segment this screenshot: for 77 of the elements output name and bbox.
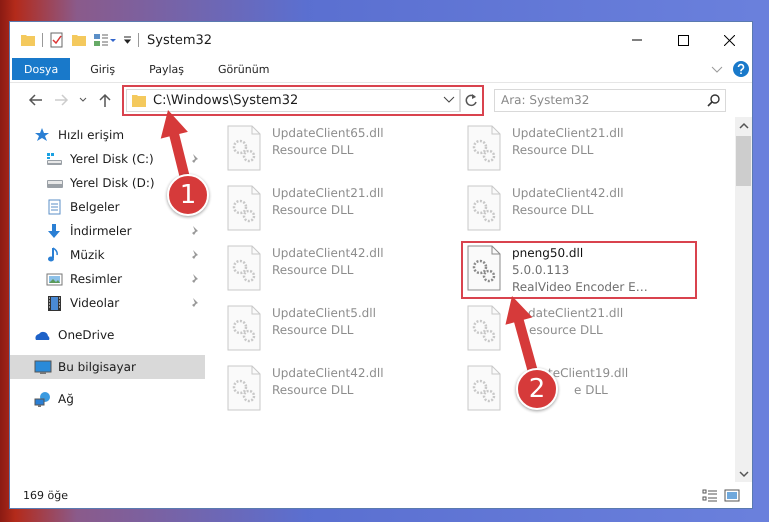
dll-file-icon <box>227 305 262 352</box>
file-name: UpdateClient5.dll <box>272 305 376 322</box>
dll-file-icon <box>227 125 262 172</box>
help-icon[interactable] <box>733 61 749 77</box>
checklist-icon[interactable] <box>49 32 65 48</box>
dll-file-icon <box>467 305 502 352</box>
item-count: 169 öğe <box>23 488 68 502</box>
file-detail: RealVideo Encoder E… <box>512 279 648 296</box>
dll-file-icon <box>467 125 502 172</box>
ribbon-tab[interactable]: Paylaş <box>133 58 200 80</box>
large-icons-view-icon[interactable] <box>724 488 740 502</box>
back-arrow-icon <box>28 93 42 107</box>
file-name: UpdateClient42.dll <box>272 245 384 262</box>
scrollbar[interactable] <box>735 117 752 482</box>
scroll-up-icon[interactable] <box>738 122 748 130</box>
nav-pane-item[interactable]: Yerel Disk (D:) <box>10 171 161 195</box>
search-field[interactable]: Ara: System32 <box>494 88 726 112</box>
search-icon <box>707 94 720 106</box>
expand-ribbon-icon[interactable] <box>711 64 723 74</box>
dll-file-icon <box>467 185 502 232</box>
address-bar[interactable]: C:\Windows\System32 <box>126 88 460 112</box>
scrollbar-thumb[interactable] <box>736 136 751 186</box>
network-icon <box>34 390 52 408</box>
file-name: UpdateClient21.dll <box>272 185 384 202</box>
folder-icon <box>20 32 36 48</box>
file-detail: Resource DLL <box>272 142 354 159</box>
file-detail: e DLL <box>574 382 608 399</box>
nav-pane-item[interactable]: OneDrive <box>10 323 120 347</box>
film-icon <box>46 294 64 312</box>
forward-arrow-icon <box>54 93 68 107</box>
monitor-icon <box>34 358 52 376</box>
file-name: pneng50.dll <box>512 245 584 262</box>
maximize-icon <box>678 34 688 46</box>
file-detail: Resource DLL <box>272 202 354 219</box>
file-detail: 5.0.0.113 <box>512 262 570 279</box>
customize-caret-icon[interactable] <box>123 35 132 45</box>
file-detail: Resource DLL <box>272 382 354 399</box>
nav-pane-item[interactable]: Ağ <box>10 387 80 411</box>
file-menu-tab[interactable]: Dosya <box>12 58 70 80</box>
nav-pane-item[interactable]: Resimler <box>10 267 205 291</box>
details-view-icon[interactable] <box>702 488 718 502</box>
nav-pane-item[interactable]: Belgeler <box>10 195 126 219</box>
window-title: System32 <box>147 32 212 48</box>
nav-pane-item[interactable]: İndirmeler <box>10 219 205 243</box>
file-detail: Resource DLL <box>272 262 354 279</box>
nav-pane-item[interactable]: Hızlı erişim <box>10 123 130 147</box>
dll-file-icon <box>467 365 502 412</box>
dll-file-icon <box>467 245 502 292</box>
properties-icon[interactable] <box>93 32 109 48</box>
dll-file-icon <box>227 185 262 232</box>
nav-pane-item[interactable]: Müzik <box>10 243 205 267</box>
ribbon-tab[interactable]: Giriş <box>74 58 132 80</box>
file-name: UpdateClient42.dll <box>512 185 624 202</box>
address-path: C:\Windows\System32 <box>153 92 300 108</box>
file-detail: Resource DLL <box>512 202 594 219</box>
caret-icon <box>79 97 87 103</box>
picture-icon <box>46 270 64 288</box>
dll-file-icon <box>227 245 262 292</box>
file-detail: Resource DLL <box>272 322 354 339</box>
file-name: dateClient21.dll <box>528 305 624 322</box>
folder-icon <box>131 92 147 108</box>
dropdown-chevron-icon[interactable] <box>443 96 455 104</box>
file-name: UpdateClient21.dll <box>512 125 624 142</box>
caret-icon[interactable] <box>109 36 117 44</box>
file-name: UpdateClient65.dll <box>272 125 384 142</box>
dll-file-icon <box>227 365 262 412</box>
scroll-down-icon[interactable] <box>738 470 748 478</box>
refresh-icon <box>464 93 478 107</box>
nav-pane-item[interactable]: Videolar <box>10 291 205 315</box>
up-arrow-icon <box>98 92 112 108</box>
nav-pane-item[interactable]: Bu bilgisayar <box>10 355 205 379</box>
file-name: UpdateClient42.dll <box>272 365 384 382</box>
file-detail: esource DLL <box>529 322 603 339</box>
ribbon-tab[interactable]: Görünüm <box>202 58 286 80</box>
file-detail: Resource DLL <box>512 142 594 159</box>
drive-icon <box>46 150 64 168</box>
close-icon <box>724 34 734 46</box>
